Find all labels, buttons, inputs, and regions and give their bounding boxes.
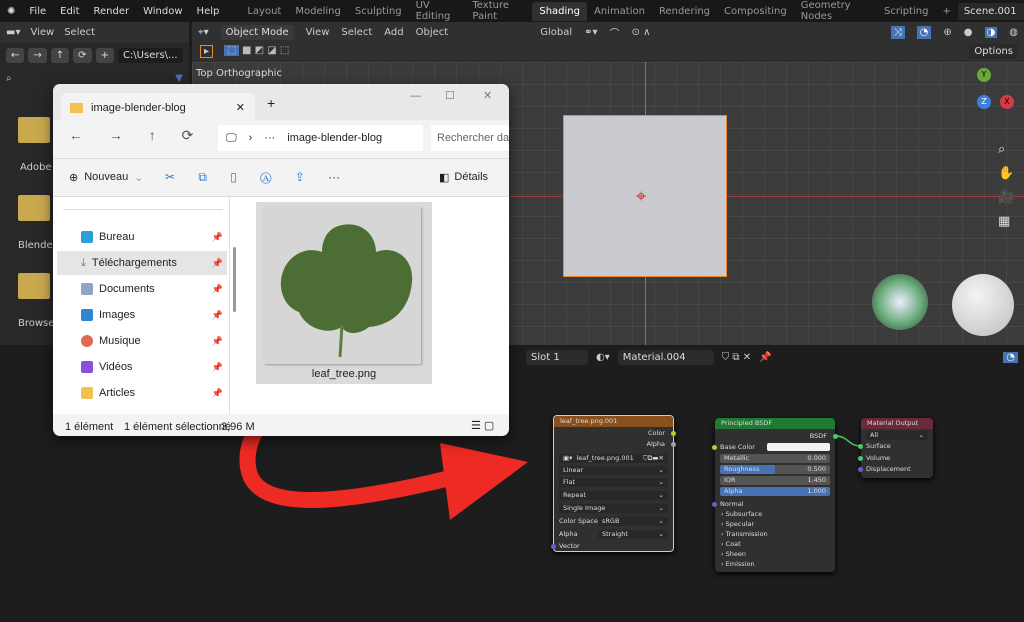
surface-label: Surface — [866, 442, 891, 450]
volume-label: Volume — [866, 454, 891, 462]
material-output-node[interactable]: Material Output All ⌄ Surface Volume Disp… — [858, 418, 933, 478]
socket-volume[interactable] — [858, 456, 863, 461]
node-title[interactable]: Material Output — [861, 418, 933, 429]
socket-surface[interactable] — [858, 444, 863, 449]
socket-displacement[interactable] — [858, 467, 863, 472]
node-link — [835, 435, 862, 447]
displacement-label: Displacement — [866, 465, 911, 473]
target-dropdown[interactable]: All ⌄ — [866, 431, 928, 440]
